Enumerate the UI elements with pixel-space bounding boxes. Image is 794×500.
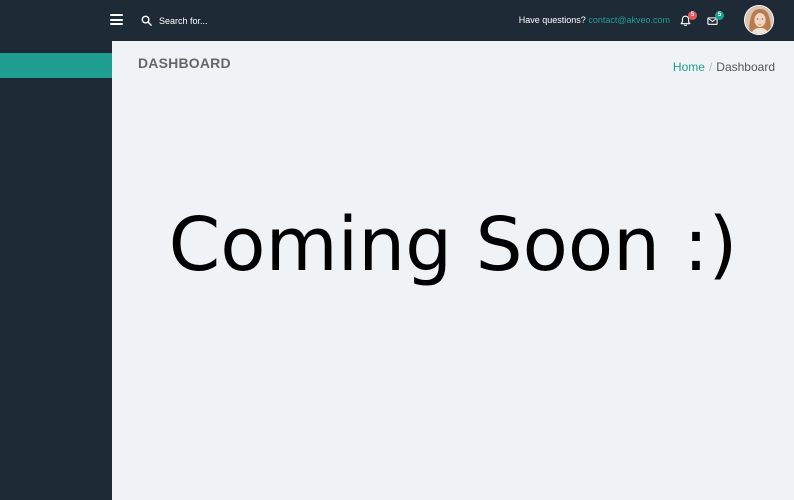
search-icon bbox=[141, 15, 152, 26]
top-bar: Have questions? contact@akveo.com 5 5 bbox=[0, 0, 794, 41]
sidebar-active-item[interactable] bbox=[0, 53, 112, 78]
search-input[interactable] bbox=[159, 12, 329, 29]
breadcrumb-current: Dashboard bbox=[716, 60, 775, 74]
breadcrumb-home-link[interactable]: Home bbox=[673, 60, 705, 74]
breadcrumb-separator: / bbox=[708, 60, 713, 74]
page-title: DASHBOARD bbox=[138, 55, 231, 71]
avatar[interactable] bbox=[744, 5, 774, 35]
questions-label: Have questions? bbox=[518, 15, 586, 25]
messages-badge: 5 bbox=[715, 11, 724, 20]
contact-email-link[interactable]: contact@akveo.com bbox=[588, 15, 670, 25]
contact-info: Have questions? contact@akveo.com bbox=[519, 15, 670, 25]
breadcrumb: Home / Dashboard bbox=[673, 60, 775, 74]
coming-soon-message: Coming Soon :) bbox=[168, 202, 738, 288]
sidebar bbox=[0, 0, 112, 500]
menu-icon[interactable] bbox=[110, 14, 123, 25]
notifications-badge: 5 bbox=[688, 11, 697, 20]
notifications-button[interactable]: 5 bbox=[680, 11, 697, 28]
search-box bbox=[141, 12, 341, 29]
messages-button[interactable]: 5 bbox=[707, 11, 724, 28]
user-photo-icon bbox=[745, 6, 773, 34]
